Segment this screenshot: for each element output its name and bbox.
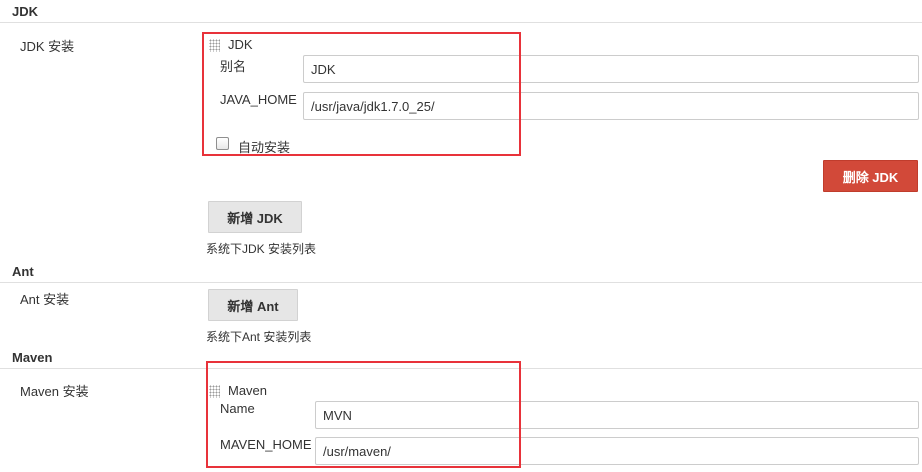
maven-section-title: Maven <box>12 350 53 365</box>
maven-block-title: Maven <box>228 383 268 398</box>
maven-section-divider <box>0 368 922 369</box>
maven-name-input[interactable] <box>315 401 919 429</box>
java-home-input[interactable] <box>303 92 919 120</box>
ant-section-title: Ant <box>12 264 34 279</box>
grip-dots-icon[interactable] <box>209 385 220 398</box>
jdk-section-divider <box>0 22 922 23</box>
auto-install-label: 自动安装 <box>238 140 291 155</box>
ant-section-divider <box>0 282 922 283</box>
grip-dots-icon[interactable] <box>209 39 220 52</box>
ant-help-text: 系统下Ant 安装列表 <box>206 330 312 344</box>
jdk-install-label: JDK 安装 <box>20 39 75 54</box>
maven-home-label: MAVEN_HOME <box>220 437 312 452</box>
maven-install-label: Maven 安装 <box>20 384 89 399</box>
jdk-help-text: 系统下JDK 安装列表 <box>206 242 317 256</box>
jdk-section-title: JDK <box>12 4 39 19</box>
add-ant-button[interactable]: 新增 Ant <box>208 289 298 321</box>
jdk-alias-label: 别名 <box>220 59 247 74</box>
jdk-block-title: JDK <box>228 37 253 52</box>
jdk-alias-input[interactable] <box>303 55 919 83</box>
auto-install-checkbox[interactable] <box>216 137 229 150</box>
java-home-label: JAVA_HOME <box>220 92 297 107</box>
maven-home-input[interactable] <box>315 437 919 465</box>
add-jdk-button[interactable]: 新增 JDK <box>208 201 302 233</box>
delete-jdk-button[interactable]: 删除 JDK <box>823 160 918 192</box>
ant-install-label: Ant 安装 <box>20 292 70 307</box>
maven-name-label: Name <box>220 401 255 416</box>
